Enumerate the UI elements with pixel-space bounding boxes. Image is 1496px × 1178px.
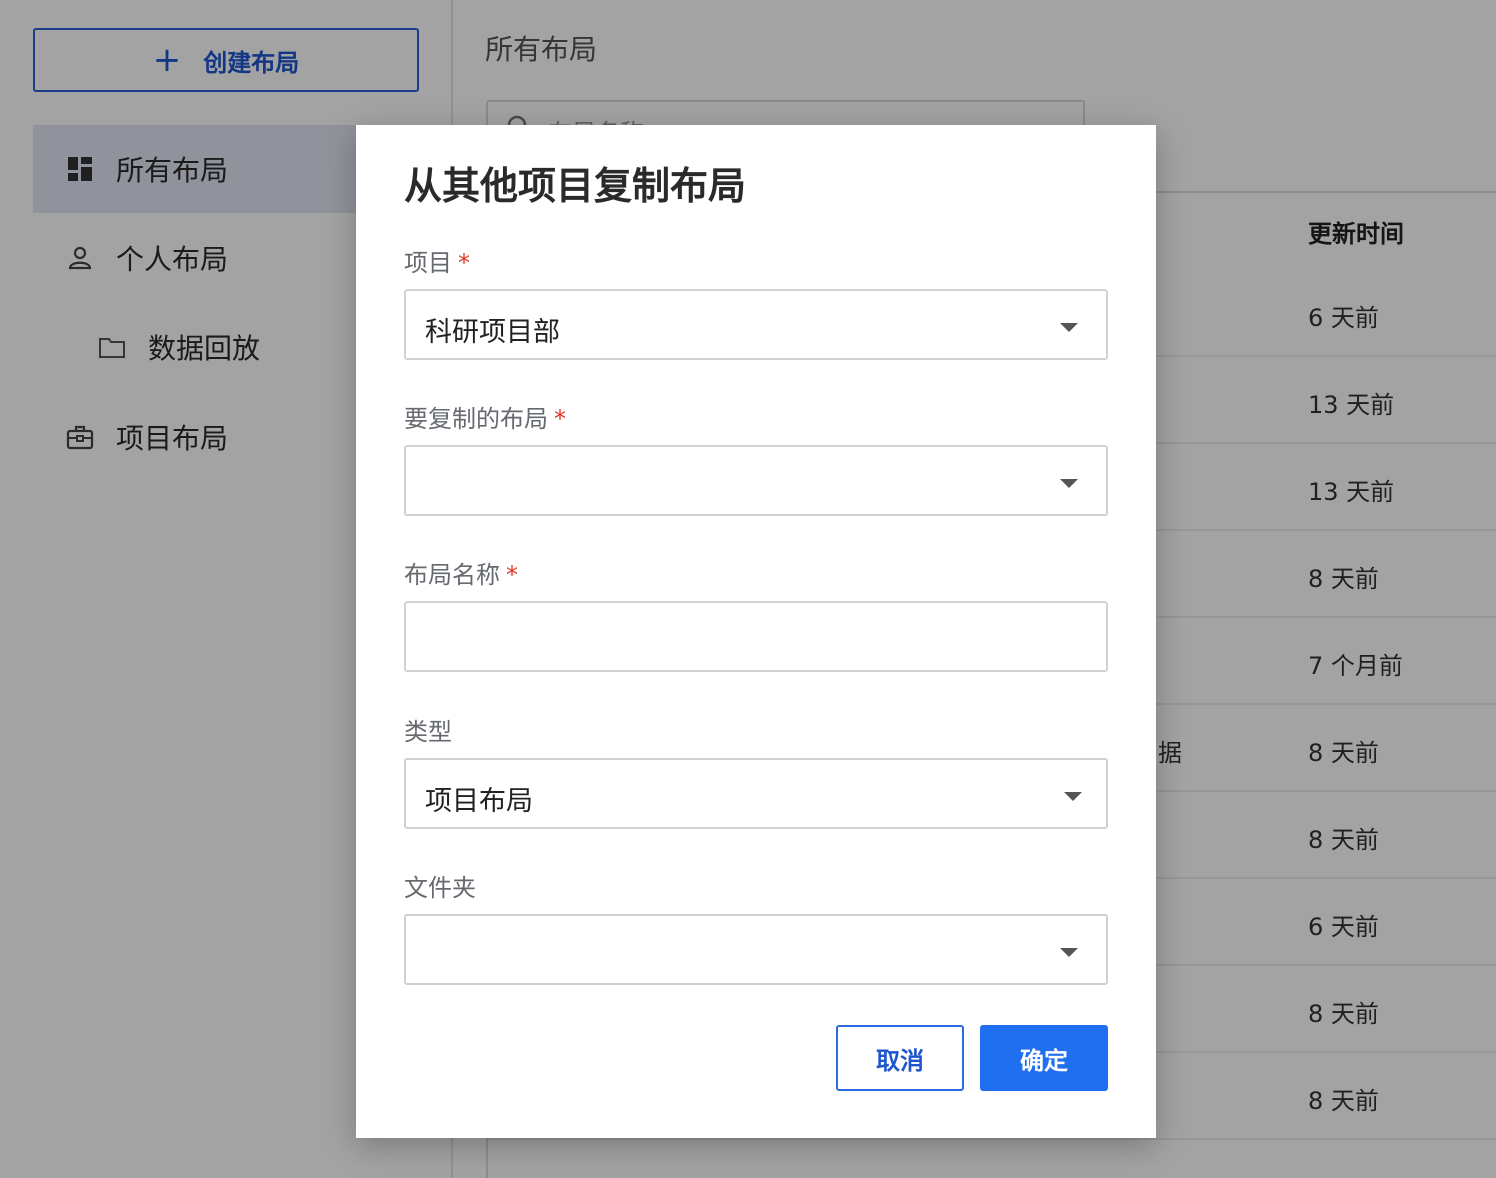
project-label: 项目 * xyxy=(404,243,470,278)
layout-to-copy-label-text: 要复制的布局 xyxy=(404,405,548,433)
required-mark: * xyxy=(554,405,566,433)
confirm-button[interactable]: 确定 xyxy=(980,1025,1108,1091)
layout-name-label: 布局名称 * xyxy=(404,555,518,590)
required-mark: * xyxy=(458,249,470,277)
layout-to-copy-label: 要复制的布局 * xyxy=(404,399,566,434)
required-mark: * xyxy=(506,561,518,589)
type-label-text: 类型 xyxy=(404,718,452,746)
type-select[interactable]: 项目布局 xyxy=(404,758,1108,829)
project-label-text: 项目 xyxy=(404,249,452,277)
folder-label-text: 文件夹 xyxy=(404,874,476,902)
layout-name-label-text: 布局名称 xyxy=(404,561,500,589)
type-label: 类型 xyxy=(404,712,452,747)
type-select-value: 项目布局 xyxy=(425,786,533,817)
layout-to-copy-select[interactable] xyxy=(404,445,1108,516)
project-select[interactable]: 科研项目部 xyxy=(404,289,1108,360)
copy-layout-dialog: 从其他项目复制布局 项目 * 科研项目部 要复制的布局 * 布局名称 * 类型 项目布… xyxy=(356,125,1156,1138)
folder-label: 文件夹 xyxy=(404,868,476,903)
chevron-down-icon xyxy=(1060,948,1078,957)
dialog-title: 从其他项目复制布局 xyxy=(404,164,747,208)
cancel-button[interactable]: 取消 xyxy=(836,1025,964,1091)
layout-name-input[interactable] xyxy=(404,601,1108,672)
chevron-down-icon xyxy=(1064,792,1082,801)
chevron-down-icon xyxy=(1060,323,1078,332)
folder-select[interactable] xyxy=(404,914,1108,985)
chevron-down-icon xyxy=(1060,479,1078,488)
project-select-value: 科研项目部 xyxy=(425,317,560,348)
